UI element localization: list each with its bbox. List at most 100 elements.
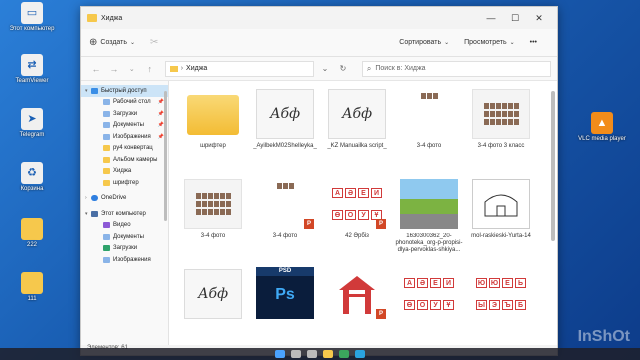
image-thumbnail-icon [184,179,242,229]
folder-icon [187,95,239,135]
search-icon[interactable] [291,350,301,358]
file-item[interactable]: А Ә Е И Ө О У Ұ P 42 Əрбіз [321,177,393,267]
letter-cell: Э [489,300,500,310]
plus-icon: ⊕ [89,37,98,48]
letter-cell: А [332,188,343,198]
desktop-folder-icon [103,99,110,106]
file-item[interactable]: Абф [177,267,249,355]
nav-item-this-pc[interactable]: ▾ Этот компьютер [81,208,168,220]
pc-icon [91,210,98,217]
star-icon [91,87,98,94]
search-input[interactable]: ⌕ Поиск в: Хиджа [361,60,552,77]
file-name: mol-raskieski-Yurta-14 [471,233,531,239]
file-item[interactable]: 3-4 фото [177,177,249,267]
sort-button[interactable]: Сортировать ⌄ [399,39,452,46]
file-item[interactable]: 1630300362_20-phonoteka_org-p-propisi-dl… [393,177,465,267]
letter-cell: И [443,278,454,288]
nav-label: Рабочий стол [113,99,151,106]
file-item[interactable]: 3-4 фото 3 класс [465,87,537,177]
maximize-button[interactable]: ☐ [503,13,527,24]
file-item[interactable]: Абф _AyilbekM02Shelleyka_ [249,87,321,177]
explorer-body: ▾ Быстрый доступ Рабочий стол 📌 Загрузки… [81,81,557,355]
chevron-down-icon[interactable]: ⌄ [318,64,332,73]
browser-icon[interactable] [339,350,349,358]
scissors-icon: ✂ [150,37,159,48]
file-name: 1630300362_20-phonoteka_org-p-propisi-dl… [395,233,463,253]
nav-item-documents[interactable]: Документы 📌 [81,120,168,132]
nav-item-folder[interactable]: Альбом камеры [81,154,168,166]
desktop-icon-teamviewer[interactable]: ⇄ TeamViewer [8,54,56,85]
view-button[interactable]: Просмотреть ⌄ [464,39,518,46]
letter-cell: О [417,300,428,310]
image-thumbnail-icon [472,179,530,229]
letter-cell: Ы [476,300,487,310]
file-item[interactable]: 3-4 фото [393,87,465,177]
desktop-icon-folder-222[interactable]: 222 [8,218,56,249]
nav-item-downloads[interactable]: Загрузки [81,243,168,255]
more-button[interactable]: ••• [530,39,537,46]
nav-item-folder[interactable]: Хиджа [81,166,168,178]
folder-icon [103,179,110,186]
file-item[interactable]: шрифтер [177,87,249,177]
nav-item-video[interactable]: Видео [81,220,168,232]
start-icon[interactable] [275,350,285,358]
desktop-icon-recycle-bin[interactable]: ♻ Корзина [8,162,56,193]
letter-cell: Б [515,300,526,310]
image-thumbnail-icon: P [256,179,314,229]
nav-item-quick-access[interactable]: ▾ Быстрый доступ [81,85,168,97]
chevron-down-icon: ⌄ [444,40,450,46]
folder-icon [21,218,43,240]
cut-button[interactable]: ✂ [150,37,161,48]
nav-item-desktop[interactable]: Рабочий стол 📌 [81,97,168,109]
refresh-icon[interactable]: ↻ [336,64,350,73]
file-item[interactable]: PSD Ps [249,267,321,355]
back-arrow-icon[interactable]: ← [87,64,105,74]
desktop-icon-telegram[interactable]: ➤ Telegram [8,108,56,139]
close-button[interactable]: ✕ [527,13,551,24]
desktop-icon-vlc[interactable]: ▲ VLC media player [578,112,626,143]
desktop-icon-folder-111[interactable]: 111 [8,272,56,303]
file-name: _AyilbekM02Shelleyka_ [253,143,317,149]
nav-item-folder[interactable]: ру4 конвертац [81,143,168,155]
nav-item-downloads[interactable]: Загрузки 📌 [81,108,168,120]
file-item[interactable]: mol-raskieski-Yurta-14 [465,177,537,267]
nav-item-onedrive[interactable]: › OneDrive [81,193,168,205]
file-item[interactable]: Ю Ю Е Ь Ы Э Ъ Б [465,267,537,355]
chevron-down-icon: ⌄ [130,40,136,46]
nav-item-images[interactable]: Изображения 📌 [81,131,168,143]
nav-label: Хиджа [113,168,132,175]
content-scrollbar[interactable] [551,91,555,241]
file-explorer-icon[interactable] [323,350,333,358]
nav-item-folder[interactable]: шрифтер [81,177,168,189]
nav-item-documents[interactable]: Документы [81,231,168,243]
font-file-icon: Абф [184,269,242,319]
font-file-icon: Абф [256,89,314,139]
breadcrumb: Хиджа [186,65,208,72]
up-arrow-icon[interactable]: ↑ [141,64,159,74]
nav-label: Видео [113,222,131,229]
presentation-thumbnail-icon: Ю Ю Е Ь Ы Э Ъ Б [472,269,530,319]
file-item[interactable]: P [321,267,393,355]
task-view-icon[interactable] [307,350,317,358]
letter-cell: У [358,210,369,220]
telegram-icon[interactable] [355,350,365,358]
file-item[interactable]: P 3-4 фото [249,177,321,267]
nav-label: OneDrive [101,195,127,202]
folder-icon [103,145,110,152]
address-input[interactable]: › Хиджа [164,60,315,77]
taskbar [0,348,640,360]
title-bar[interactable]: Хиджа — ☐ ✕ [81,7,557,29]
desktop-icon-label: 111 [27,296,37,302]
file-name: _KZ Manuailka script_ [327,143,387,149]
file-item[interactable]: А Ә Е И Ө О У Ұ [393,267,465,355]
forward-arrow-icon[interactable]: → [105,64,123,74]
nav-scrollbar[interactable] [164,91,167,221]
chevron-down-icon[interactable]: ⌄ [123,65,141,73]
create-button[interactable]: ⊕ Создать ⌄ [89,37,138,48]
file-item[interactable]: Абф _KZ Manuailka script_ [321,87,393,177]
minimize-button[interactable]: — [479,13,503,23]
nav-item-images[interactable]: Изображения [81,254,168,266]
view-label: Просмотреть [464,39,507,46]
desktop-icon-pc[interactable]: ▭ Этот компьютер [8,2,56,33]
letter-cell: Ә [417,278,428,288]
